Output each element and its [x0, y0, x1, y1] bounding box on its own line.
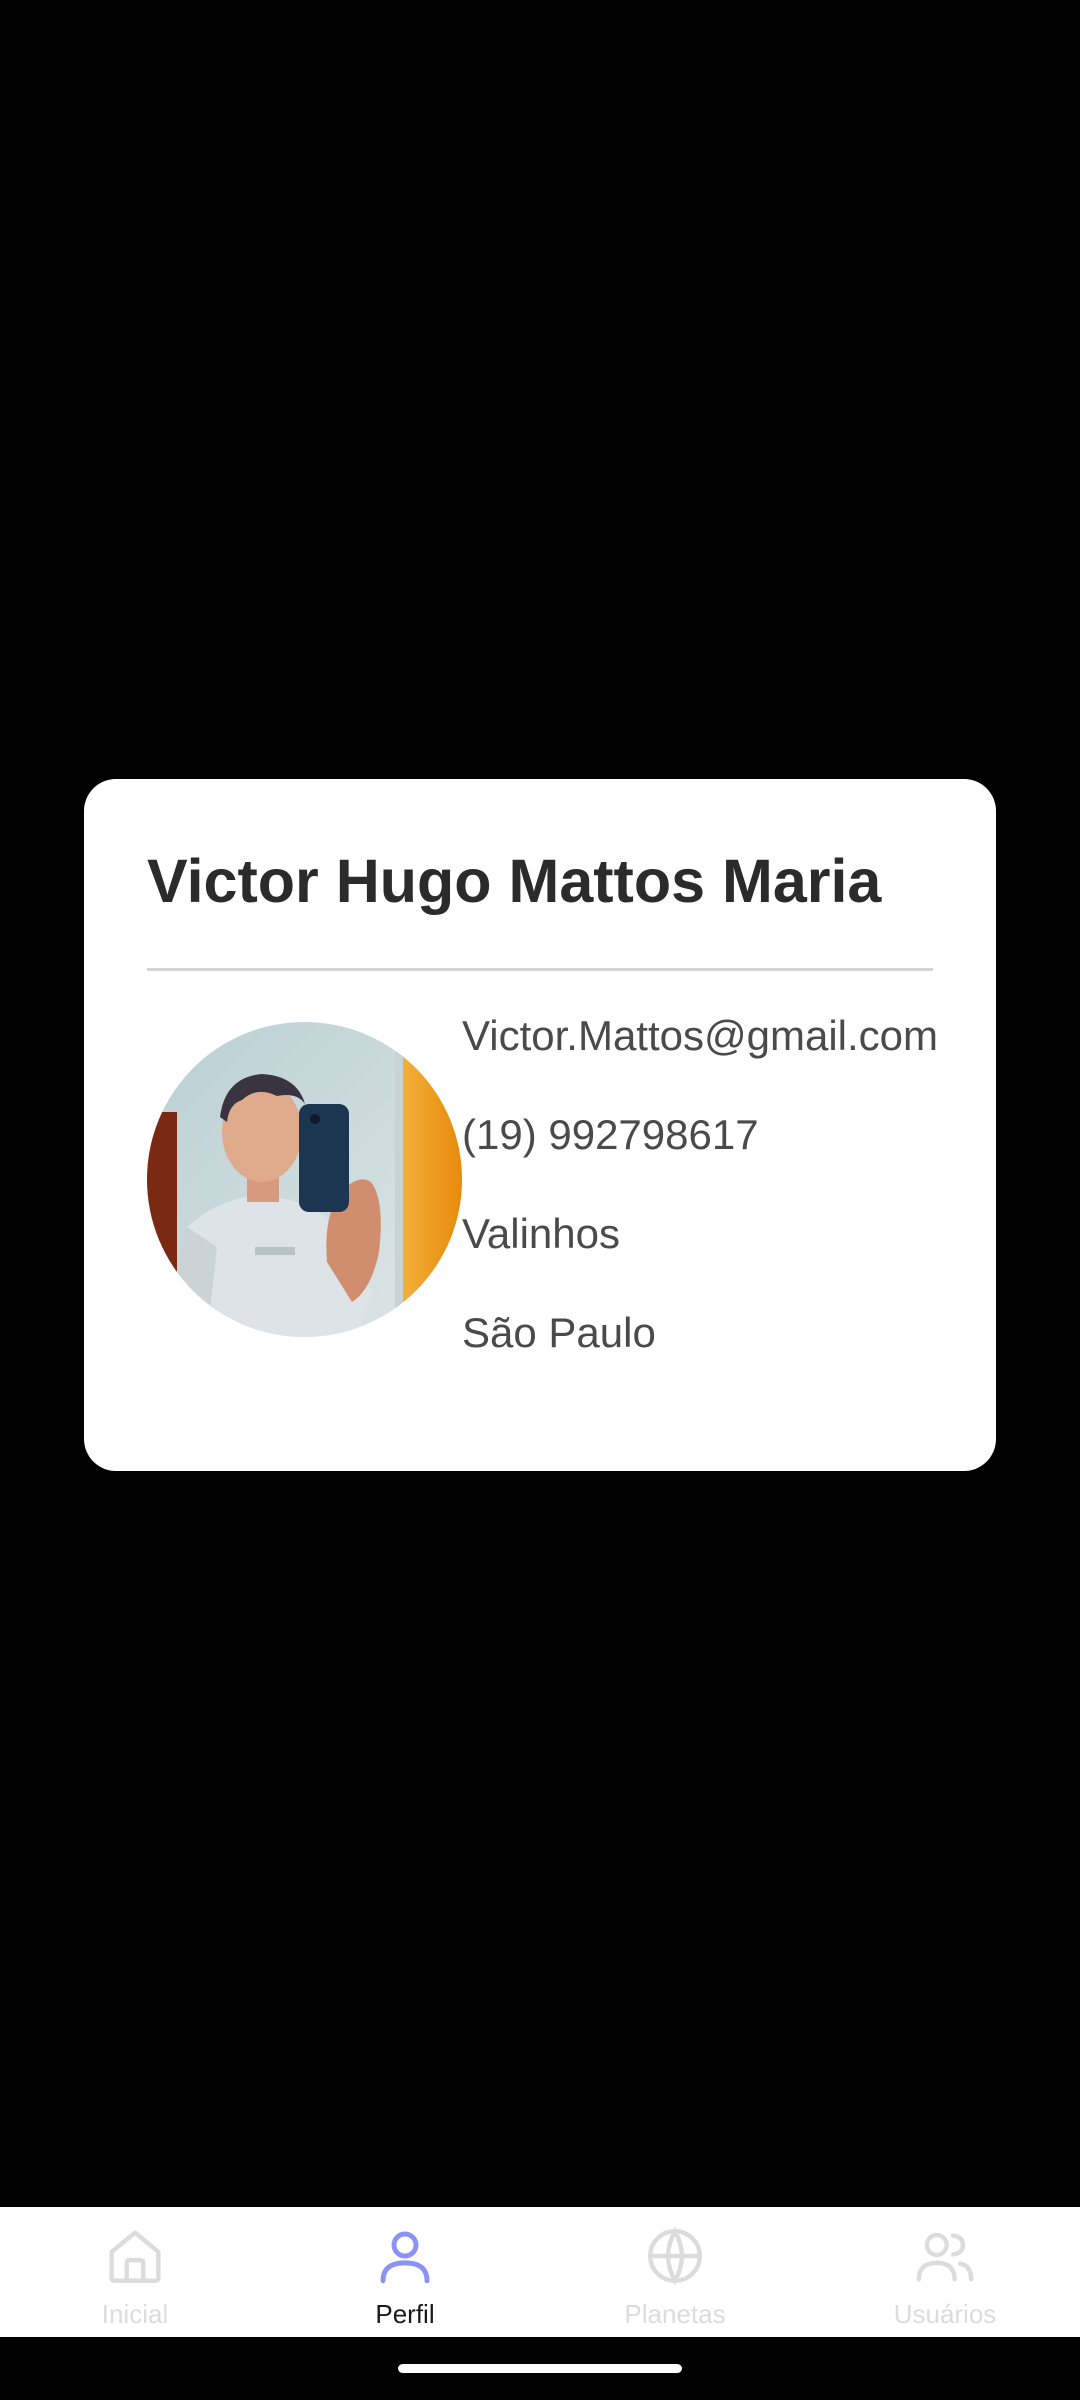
- profile-name: Victor Hugo Mattos Maria: [147, 847, 882, 915]
- email-text: Victor.Mattos@gmail.com: [462, 1012, 939, 1059]
- users-icon: [916, 2232, 974, 2282]
- bottom-nav: Inicial Perfil Planetas Usuários: [0, 2207, 1080, 2337]
- avatar: [147, 1022, 462, 1337]
- home-indicator[interactable]: [398, 2364, 682, 2373]
- nav-item-usuarios[interactable]: Usuários: [810, 2207, 1080, 2337]
- user-icon: [380, 2231, 430, 2284]
- contact-info: Victor.Mattos@gmail.com (19) 992798617 V…: [462, 1015, 938, 1411]
- profile-card: Victor Hugo Mattos Maria Victor.Mattos@g…: [84, 779, 996, 1471]
- globe-icon: [648, 2226, 702, 2286]
- home-icon: [109, 2230, 161, 2283]
- nav-label-inicial: Inicial: [101, 2299, 169, 2329]
- phone-text: (19) 992798617: [462, 1111, 759, 1158]
- nav-label-usuarios: Usuários: [893, 2299, 997, 2329]
- nav-label-planetas: Planetas: [624, 2299, 726, 2329]
- nav-item-inicial[interactable]: Inicial: [0, 2207, 270, 2337]
- state-text: São Paulo: [462, 1309, 656, 1356]
- divider: [147, 968, 933, 971]
- nav-item-perfil[interactable]: Perfil: [270, 2207, 540, 2337]
- nav-label-perfil: Perfil: [375, 2299, 435, 2329]
- profile-photo: [147, 1022, 462, 1337]
- nav-item-planetas[interactable]: Planetas: [540, 2207, 810, 2337]
- city-text: Valinhos: [462, 1210, 620, 1257]
